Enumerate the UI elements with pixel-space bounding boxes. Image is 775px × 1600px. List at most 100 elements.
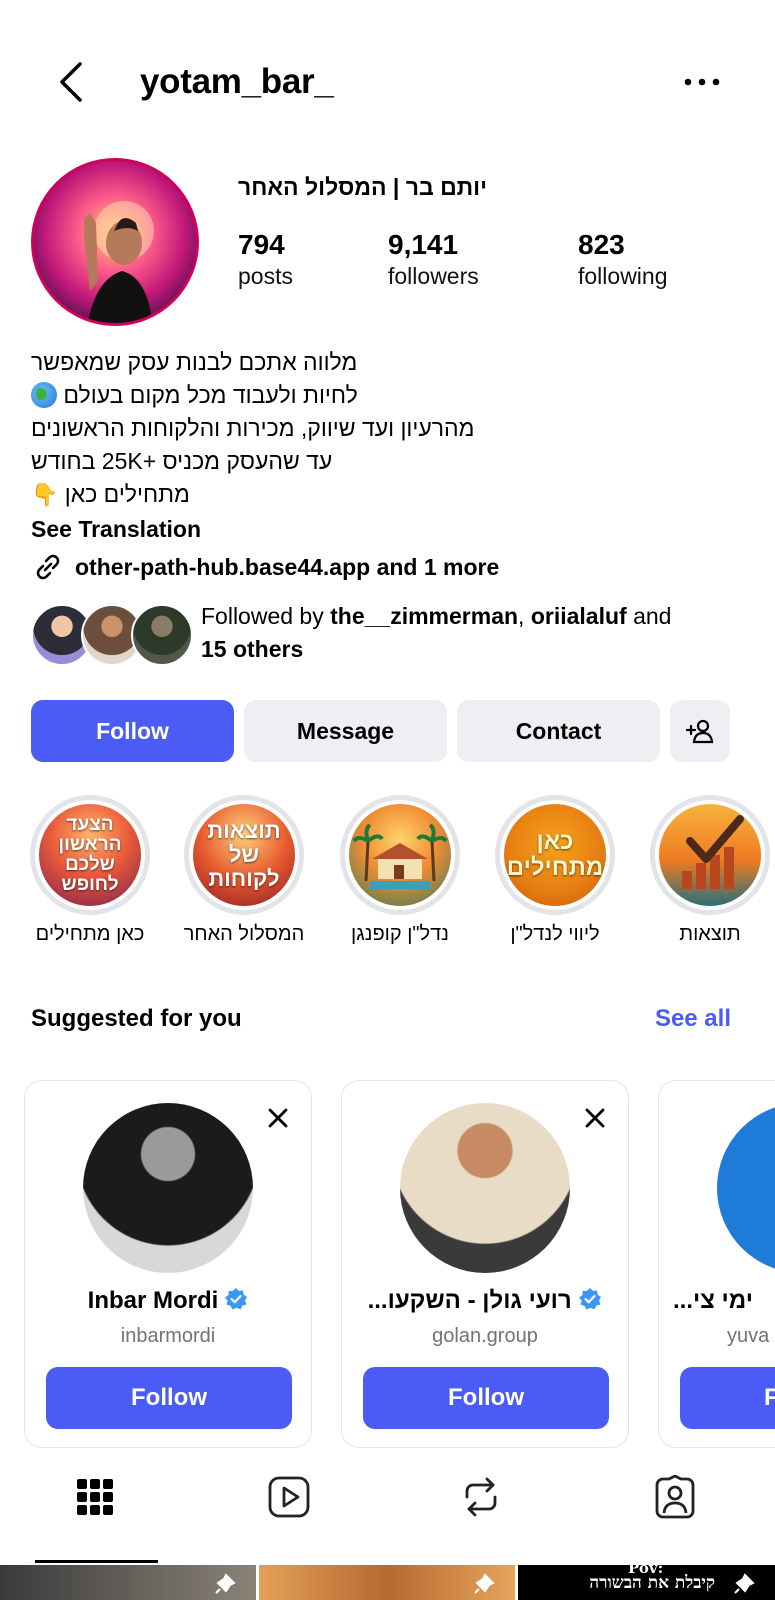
- see-translation-link[interactable]: See Translation: [31, 513, 751, 546]
- and-text: and: [626, 603, 672, 629]
- bio-line: מהרעיון ועד שיווק, מכירות והלקוחות הראשו…: [31, 412, 751, 445]
- highlight-item[interactable]: הצעד הראשון שלכם לחופש כאן מתחילים: [28, 795, 152, 946]
- highlight-label: נדל"ן קופנגן: [351, 923, 449, 945]
- post-caption: קיבלת את הבשורה: [589, 1573, 715, 1593]
- tagged-icon: [655, 1475, 695, 1519]
- post-thumbnail[interactable]: Pov: קיבלת את הבשורה: [518, 1559, 775, 1600]
- pointing-down-icon: 👇: [31, 482, 59, 507]
- follow-button[interactable]: Follow: [31, 700, 234, 762]
- suggested-handle: golan.group: [432, 1325, 538, 1347]
- suggested-follow-button[interactable]: F: [680, 1367, 775, 1429]
- following-count: 823: [578, 229, 625, 260]
- bio-text: עד שהעסק מכניס +25K בחודש: [31, 448, 333, 474]
- following-stat[interactable]: 823 following: [578, 228, 668, 290]
- bio-text: מתחילים כאן: [64, 481, 190, 507]
- bio-line: מתחילים כאן 👇: [31, 478, 751, 511]
- highlight-cover-text: תוצאות של לקוחות: [207, 818, 281, 891]
- suggested-title: Suggested for you: [31, 1005, 242, 1032]
- highlight-cover: הצעד הראשון שלכם לחופש: [39, 804, 141, 906]
- bio: מלווה אתכם לבנות עסק שמאפשר לחיות ולעבוד…: [31, 346, 751, 584]
- followed-by-text: Followed by the__zimmerman, oriialaluf a…: [201, 600, 761, 666]
- story-highlights: הצעד הראשון שלכם לחופש כאן מתחילים תוצאו…: [0, 795, 775, 955]
- suggested-name: ימי צי...: [659, 1287, 775, 1315]
- highlight-item[interactable]: תוצאות: [648, 795, 772, 946]
- followers-label: followers: [388, 263, 479, 289]
- globe-icon: [31, 382, 57, 408]
- villa-palm-icon: [352, 823, 448, 889]
- highlight-cover: תוצאות של לקוחות: [193, 804, 295, 906]
- mutual-user-2[interactable]: oriialaluf: [531, 603, 627, 629]
- suggested-name: Inbar Mordi: [25, 1287, 311, 1315]
- link-text: other-path-hub.base44.app and 1 more: [75, 553, 500, 580]
- suggested-card[interactable]: רועי גולן - השקעו... golan.group Follow: [341, 1080, 629, 1448]
- verified-badge-icon: [579, 1288, 602, 1310]
- display-name: יותם בר | המסלול האחר: [238, 174, 488, 200]
- suggested-follow-button[interactable]: Follow: [363, 1367, 609, 1429]
- profile-tabs: [0, 1465, 775, 1535]
- grid-icon: [77, 1479, 113, 1515]
- highlight-item[interactable]: נדל"ן קופנגן: [338, 795, 462, 946]
- bio-text: מהרעיון ועד שיווק, מכירות והלקוחות הראשו…: [31, 415, 475, 441]
- bio-text: לחיות ולעבוד מכל מקום בעולם: [63, 382, 358, 408]
- highlight-cover: [349, 804, 451, 906]
- profile-actions: Follow Message Contact: [31, 700, 731, 762]
- post-thumbnail[interactable]: [259, 1565, 515, 1600]
- suggested-handle: yuva: [727, 1325, 770, 1347]
- bio-line: לחיות ולעבוד מכל מקום בעולם: [31, 379, 751, 412]
- highlight-item[interactable]: כאן מתחילים ליווי לנדל"ן: [493, 795, 617, 946]
- profile-link[interactable]: other-path-hub.base44.app and 1 more: [31, 550, 751, 584]
- mutual-others[interactable]: 15 others: [201, 636, 303, 662]
- back-button[interactable]: [54, 58, 94, 106]
- pin-icon: [215, 1573, 236, 1594]
- close-icon[interactable]: [582, 1105, 608, 1131]
- add-user-icon: [685, 719, 714, 744]
- suggested-name-text: Inbar Mordi: [87, 1287, 219, 1314]
- more-options-button[interactable]: [682, 72, 722, 92]
- tab-tagged[interactable]: [630, 1465, 720, 1529]
- tab-reels[interactable]: [244, 1465, 334, 1529]
- suggested-handle: inbarmordi: [120, 1325, 216, 1347]
- header-username: yotam_bar_: [140, 62, 334, 101]
- suggested-cards: Inbar Mordi inbarmordi Follow רועי גולן …: [0, 1080, 775, 1450]
- suggested-card[interactable]: Inbar Mordi inbarmordi Follow: [24, 1080, 312, 1448]
- suggested-name: רועי גולן - השקעו...: [342, 1287, 628, 1315]
- avatar[interactable]: [400, 1103, 570, 1273]
- following-label: following: [578, 263, 668, 289]
- suggested-follow-button[interactable]: Follow: [46, 1367, 292, 1429]
- contact-button[interactable]: Contact: [457, 700, 660, 762]
- profile-header: yotam_bar_: [0, 50, 775, 114]
- highlight-cover: [659, 804, 761, 906]
- suggested-card[interactable]: ימי צי... yuva F: [658, 1080, 775, 1448]
- profile-avatar[interactable]: [31, 158, 199, 326]
- avatar[interactable]: [83, 1103, 253, 1273]
- highlight-cover-text: כאן מתחילים: [506, 828, 604, 881]
- pin-icon: [734, 1573, 755, 1594]
- suggested-name-text: רועי גולן - השקעו...: [367, 1287, 572, 1314]
- posts-grid: Pov: קיבלת את הבשורה: [0, 1559, 775, 1600]
- followers-stat[interactable]: 9,141 followers: [388, 228, 479, 290]
- mutual-user-1[interactable]: the__zimmerman: [330, 603, 518, 629]
- tab-posts-grid[interactable]: [50, 1465, 140, 1529]
- highlight-item[interactable]: תוצאות של לקוחות המסלול האחר: [182, 795, 306, 946]
- verified-badge-icon: [225, 1288, 248, 1310]
- highlight-cover: כאן מתחילים: [504, 804, 606, 906]
- suggested-header: Suggested for you See all: [31, 1005, 731, 1037]
- followed-by[interactable]: Followed by the__zimmerman, oriialaluf a…: [31, 600, 751, 670]
- posts-stat[interactable]: 794 posts: [238, 228, 293, 290]
- highlight-label: כאן מתחילים: [35, 923, 145, 945]
- see-all-link[interactable]: See all: [655, 1005, 731, 1033]
- followers-count: 9,141: [388, 229, 459, 260]
- bio-line: מלווה אתכם לבנות עסק שמאפשר: [31, 346, 751, 379]
- highlight-label: תוצאות: [679, 923, 741, 945]
- suggest-users-button[interactable]: [670, 700, 730, 762]
- bio-line: עד שהעסק מכניס +25K בחודש: [31, 445, 751, 478]
- close-icon[interactable]: [265, 1105, 291, 1131]
- post-thumbnail[interactable]: [0, 1565, 256, 1600]
- mutual-avatars: [31, 604, 193, 666]
- avatar: [131, 604, 193, 666]
- highlight-label: המסלול האחר: [183, 923, 305, 945]
- avatar[interactable]: [717, 1103, 775, 1273]
- tab-reposts[interactable]: [436, 1465, 526, 1529]
- suggested-name-text: ימי צי...: [673, 1287, 753, 1314]
- message-button[interactable]: Message: [244, 700, 447, 762]
